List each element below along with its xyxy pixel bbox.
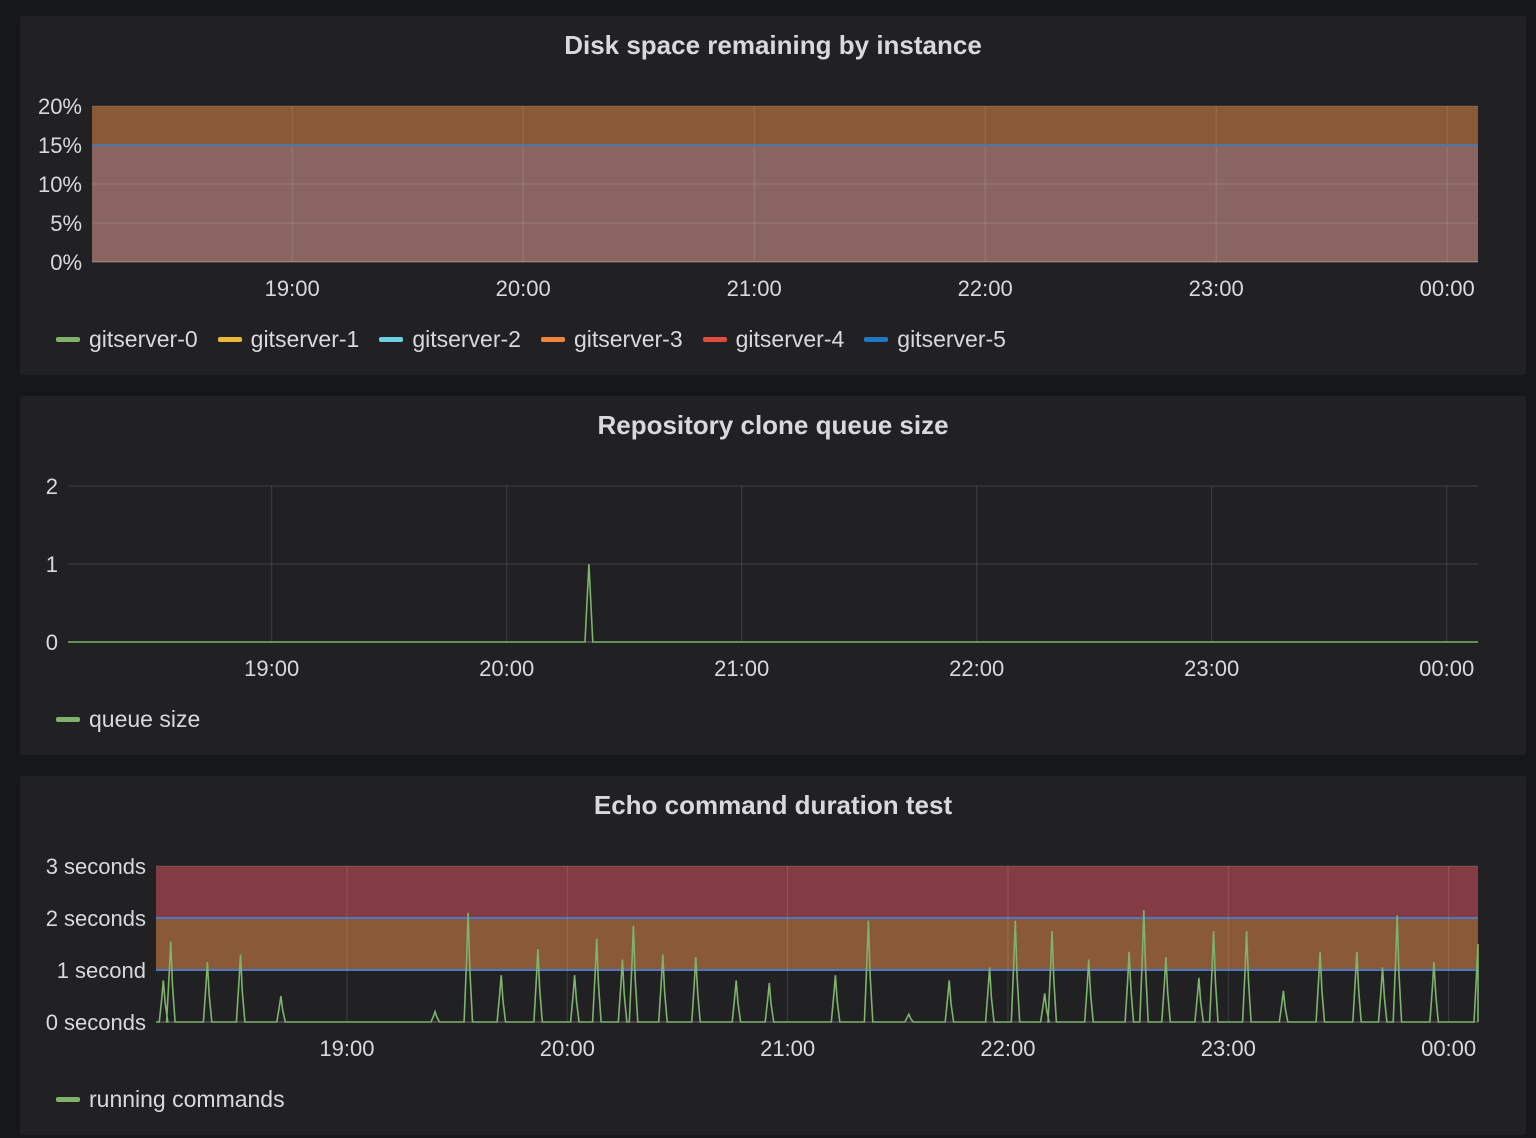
y-tick-label: 1 [46,552,58,577]
y-tick-label: 15% [38,133,82,158]
threshold-band [156,918,1478,970]
y-tick-label: 0 seconds [46,1010,146,1035]
x-tick-label: 22:00 [958,276,1013,301]
x-tick-label: 20:00 [540,1036,595,1061]
y-tick-label: 2 seconds [46,906,146,931]
x-tick-label: 21:00 [714,656,769,681]
legend-label: gitserver-3 [573,326,683,352]
x-tick-label: 00:00 [1419,656,1474,681]
x-tick-label: 21:00 [760,1036,815,1061]
threshold-band [156,866,1478,918]
disk-space-panel: Disk space remaining by instance 0% 5% 10%… [20,16,1526,375]
legend-item[interactable]: gitserver-0 [56,326,198,353]
x-tick-label: 19:00 [244,656,299,681]
y-tick-label: 10% [38,172,82,197]
legend-label: queue size [89,706,201,732]
legend-item[interactable]: gitserver-4 [702,326,845,353]
echo-duration-chart: 0 seconds 1 second 2 seconds 3 seconds 19:00… [46,854,1479,1061]
legend-swatch [702,337,727,342]
legend-swatch [379,337,404,342]
y-tick-label: 20% [38,94,82,119]
legend-label: gitserver-1 [250,326,360,352]
chart-legend: running commands [56,1086,305,1113]
legend-label: gitserver-2 [412,326,521,352]
x-tick-label: 23:00 [1189,276,1244,301]
y-tick-label: 2 [46,474,58,499]
threshold-band [92,145,1478,262]
legend-item[interactable]: gitserver-2 [379,326,521,353]
legend-swatch [56,337,80,342]
x-tick-label: 23:00 [1201,1036,1256,1061]
clone-queue-panel: Repository clone queue size 0 1 2 19:00 20:0… [20,396,1526,755]
x-tick-label: 20:00 [496,276,551,301]
legend-item[interactable]: gitserver-3 [540,326,683,353]
x-tick-label: 19:00 [319,1036,374,1061]
legend-swatch [56,1097,80,1102]
y-tick-label: 3 seconds [46,854,146,879]
legend-swatch [56,717,80,722]
legend-swatch [864,337,889,342]
legend-label: gitserver-5 [897,326,1006,352]
chart-legend: queue size [56,706,220,733]
y-tick-label: 5% [50,211,82,236]
x-tick-label: 19:00 [265,276,320,301]
x-tick-label: 00:00 [1421,1036,1476,1061]
x-tick-label: 00:00 [1420,276,1475,301]
clone-queue-chart: 0 1 2 19:00 20:00 21:00 22:00 23:00 00:00 [46,474,1478,681]
y-tick-label: 1 second [57,958,146,983]
echo-duration-panel: Echo command duration test 0 seconds 1 se… [20,776,1526,1135]
threshold-band [92,106,1478,145]
x-tick-label: 21:00 [727,276,782,301]
series-line [68,563,1478,643]
legend-label: gitserver-0 [89,326,198,352]
x-tick-label: 20:00 [479,656,534,681]
legend-item[interactable]: queue size [56,706,200,733]
disk-space-chart: 0% 5% 10% 15% 20% 19:00 20:00 21:00 22:00 23:00 00… [38,94,1478,301]
legend-item[interactable]: gitserver-1 [217,326,360,353]
legend-label: gitserver-4 [735,326,845,352]
y-tick-label: 0% [50,250,82,275]
x-tick-label: 22:00 [949,656,1004,681]
chart-legend: gitserver-0 gitserver-1 gitserver-2 gitserv… [56,326,1026,353]
legend-swatch [540,337,565,342]
legend-item[interactable]: running commands [56,1086,285,1113]
legend-swatch [217,337,242,342]
legend-item[interactable]: gitserver-5 [864,326,1006,353]
legend-label: running commands [89,1086,285,1112]
x-tick-label: 23:00 [1184,656,1239,681]
x-tick-label: 22:00 [980,1036,1035,1061]
y-tick-label: 0 [46,630,58,655]
